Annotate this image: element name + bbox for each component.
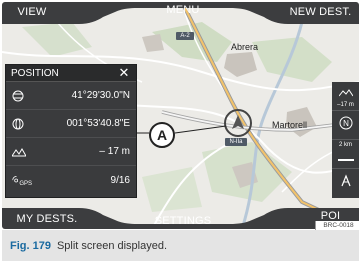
caption-label: Fig. 179 xyxy=(10,239,51,252)
latitude-icon xyxy=(12,88,32,104)
position-row-gps: GPS 9/16 xyxy=(6,166,136,194)
satellite-count: 9/16 xyxy=(110,174,130,186)
map-label-martorell: Martorell xyxy=(272,120,308,130)
close-icon[interactable]: ✕ xyxy=(117,66,131,80)
longitude-icon xyxy=(12,116,32,132)
longitude-value: 001°53'40.8"E xyxy=(66,118,130,129)
navigation-screen: Abrera Martorell A-2 N-IIa VIEW MENU NEW… xyxy=(2,2,359,229)
gps-label: GPS xyxy=(19,181,32,187)
map-control-strip: –17 m N 2 km xyxy=(332,82,359,198)
menu-button[interactable]: MENU xyxy=(128,2,238,18)
mountain-icon xyxy=(338,84,353,102)
position-row-longitude: 001°53'40.8"E xyxy=(6,110,136,138)
position-panel: POSITION ✕ 41°29'30.0"N 001°53'40.8"E – … xyxy=(5,64,137,198)
figure-caption: Fig. 179 Split screen displayed. xyxy=(2,230,359,261)
new-destination-button[interactable]: NEW DEST. xyxy=(282,2,359,22)
view-button[interactable]: VIEW xyxy=(2,2,62,22)
caption-text: Split screen displayed. xyxy=(56,239,168,252)
gps-satellite-icon: GPS xyxy=(12,172,32,188)
scale-bar-icon xyxy=(337,149,354,167)
map-label-abrera: Abrera xyxy=(231,42,259,52)
road-shield-a2: A-2 xyxy=(180,33,190,39)
settings-button[interactable]: SETTINGS xyxy=(128,213,238,229)
route-icon xyxy=(339,174,353,193)
position-row-latitude: 41°29'30.0"N xyxy=(6,82,136,110)
callout-a: A xyxy=(149,122,175,148)
map-scale-button[interactable]: 2 km xyxy=(332,140,359,169)
route-options-button[interactable] xyxy=(332,169,359,198)
latitude-value: 41°29'30.0"N xyxy=(71,90,130,101)
position-row-altitude: – 17 m xyxy=(6,138,136,166)
position-panel-title: POSITION xyxy=(11,67,59,79)
altitude-readout: –17 m xyxy=(337,101,354,108)
my-destinations-button[interactable]: MY DESTS. xyxy=(2,209,92,229)
compass-north-icon: N xyxy=(339,116,353,135)
position-panel-header: POSITION ✕ xyxy=(6,65,136,82)
altitude-display-button[interactable]: –17 m xyxy=(332,82,359,111)
compass-button[interactable]: N xyxy=(332,111,359,140)
altitude-value: – 17 m xyxy=(99,146,130,157)
road-shield-n2a: N-IIa xyxy=(229,139,243,145)
scale-readout: 2 km xyxy=(338,141,352,148)
svg-text:N: N xyxy=(343,119,349,128)
altitude-icon xyxy=(12,144,32,160)
